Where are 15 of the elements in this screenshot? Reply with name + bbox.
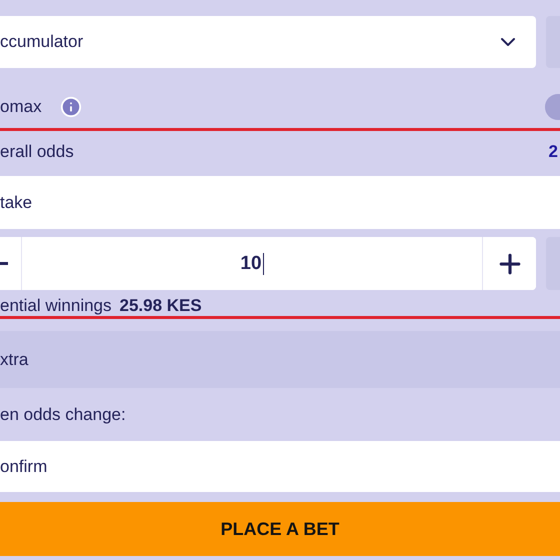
extra-label: xtra (0, 350, 28, 370)
potential-winnings-value: 25.98 KES (120, 296, 202, 316)
minus-icon (0, 262, 8, 265)
overall-odds-value: 2 (548, 142, 558, 162)
place-bet-button[interactable]: PLACE A BET (0, 502, 560, 556)
plus-button[interactable] (482, 237, 536, 290)
minus-button[interactable] (0, 237, 22, 290)
bet-type-select[interactable]: ccumulator (0, 16, 536, 68)
stake-label: take (0, 192, 32, 212)
odds-change-select[interactable]: onfirm (0, 441, 560, 492)
info-icon[interactable] (60, 96, 82, 118)
odds-change-label: en odds change: (0, 404, 126, 424)
promax-label: omax (0, 96, 42, 116)
potential-winnings-label: ential winnings (0, 296, 112, 316)
overall-odds-label: erall odds (0, 142, 74, 162)
